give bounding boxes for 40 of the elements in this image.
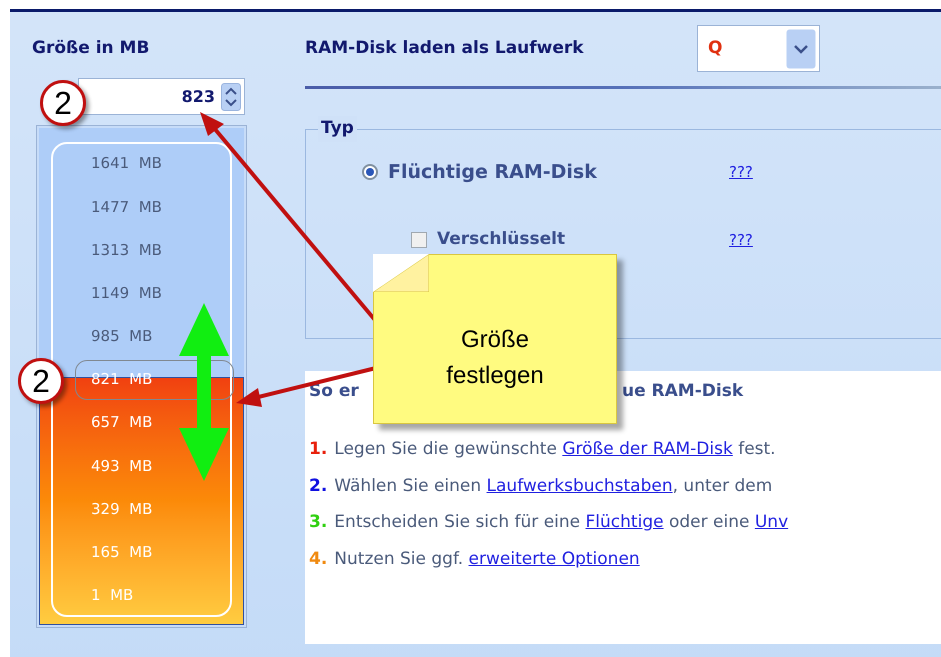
step-text: Wählen Sie einen Laufwerksbuchstaben, unter dem [334,474,772,498]
link[interactable]: Größe der RAM-Disk [562,439,733,459]
spin-arrows-icon[interactable] [221,82,241,110]
scale-label: 1477 MB [91,196,162,218]
step-text: Legen Sie die gewünschte Größe der RAM-Disk fest. [334,438,776,461]
link[interactable]: Unv [754,512,788,532]
link[interactable]: Flüchtige [586,512,664,532]
size-spin-field[interactable]: 823 [78,78,245,115]
scale-label: 657 MB [91,412,152,434]
step-number: 2. [309,474,328,498]
scale-label: 493 MB [91,456,152,477]
link[interactable]: erweiterte Optionen [468,548,640,568]
radio-button[interactable] [362,164,378,180]
dropdown-caret-icon[interactable] [786,28,816,68]
scale-label: 165 MB [91,542,152,563]
option-label: Flüchtige RAM-Disk [388,160,597,185]
note-text: Größe festlegen [446,325,544,391]
scale-label: 1313 MB [91,240,162,261]
size-value: 823 [182,86,215,108]
step-text: Entscheiden Sie sich für eine Flüchtige oder eine Unv [334,511,788,534]
link[interactable]: Laufwerksbuchstaben [486,476,673,496]
scale-label: 1641 MB [91,153,162,174]
drive-label: RAM-Disk laden als Laufwerk [305,36,585,60]
scale-label: 1 MB [91,585,134,606]
drive-value: Q [708,36,722,60]
scale-label: 985 MB [91,326,152,348]
checkbox[interactable] [411,232,427,248]
double-arrow-icon [179,303,229,481]
option-label: Verschlüsselt [437,228,566,252]
info-heading: ue RAM-Disk [622,380,744,403]
scale-label: 329 MB [91,498,152,520]
drive-dropdown[interactable]: Q [697,25,820,72]
scale-label: 1149 MB [91,282,162,304]
help-link[interactable]: ??? [729,160,753,184]
step-number: 3. [309,511,328,534]
panel-title: Größe in MB [32,37,150,60]
help-link[interactable]: ??? [729,228,753,252]
step-text: Nutzen Sie ggf. erweiterte Optionen [334,548,640,570]
step-number: 4. [309,548,328,570]
step-number: 1. [309,438,328,461]
